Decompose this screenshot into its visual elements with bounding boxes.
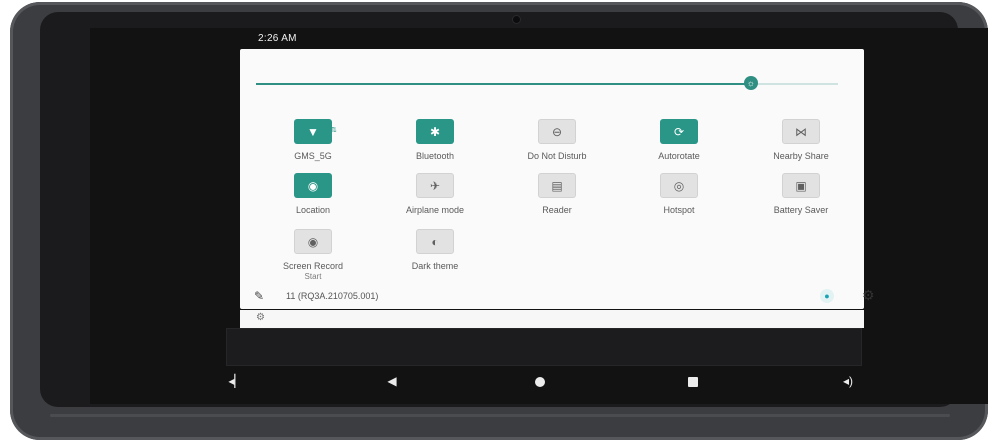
tile-sublabel: Start [304,272,322,281]
tile-airplane[interactable]: ✈ Airplane mode [380,173,490,216]
bluetooth-icon: ✱ [416,119,454,144]
screen: 2:26 AM ☼ ▼ ⇅ GMS_5G ✱ Bluetooth ⊖ Do Not Dist… [90,28,988,404]
brightness-fill [256,83,751,85]
tablet-edge [50,414,950,417]
tablet-frame: 2:26 AM ☼ ▼ ⇅ GMS_5G ✱ Bluetooth ⊖ Do Not Dist… [10,2,988,440]
tile-label: Location [295,205,331,215]
quick-settings-footer: ✎ 11 (RQ3A.210705.001) ● ⚙ [240,285,875,309]
notification-settings-icon[interactable]: ⚙ [256,312,265,323]
tablet-bezel: 2:26 AM ☼ ▼ ⇅ GMS_5G ✱ Bluetooth ⊖ Do Not Dist… [40,12,988,407]
tile-label: Do Not Disturb [527,151,587,161]
tile-autorotate[interactable]: ⟳ Autorotate [624,119,734,162]
user-account-icon[interactable]: ● [820,289,834,303]
status-time: 2:26 AM [258,33,297,44]
tile-label: Hotspot [663,205,695,215]
tile-label: GMS_5G [294,151,332,161]
home-icon[interactable] [535,377,555,387]
background-panel [226,328,862,366]
tile-wifi[interactable]: ▼ ⇅ GMS_5G [258,119,368,162]
build-number: 11 (RQ3A.210705.001) [286,291,379,301]
tile-darktheme[interactable]: ◐ Dark theme [380,229,490,272]
recent-apps-icon[interactable] [688,377,708,387]
tile-label: Battery Saver [773,205,829,215]
reader-icon: ▤ [538,173,576,198]
brightness-slider[interactable]: ☼ [256,76,838,90]
tile-screenrecord[interactable]: ◉ Screen Record Start [258,229,368,282]
tile-battery[interactable]: ▣ Battery Saver [746,173,856,216]
edit-pencil-icon[interactable]: ✎ [254,289,264,303]
settings-gear-icon[interactable]: ⚙ [862,287,875,304]
wifi-activity-icon: ⇅ [331,127,337,134]
hotspot-icon: ◎ [660,173,698,198]
wifi-icon: ▼ [294,119,332,144]
tile-label: Dark theme [411,261,459,271]
tile-location[interactable]: ◉ Location [258,173,368,216]
tile-reader[interactable]: ▤ Reader [502,173,612,216]
battery-saver-icon: ▣ [782,173,820,198]
tile-nearby[interactable]: ⋈ Nearby Share [746,119,856,162]
back-icon[interactable]: ◀ [382,374,402,388]
front-camera [513,16,520,23]
tile-dnd[interactable]: ⊖ Do Not Disturb [502,119,612,162]
quick-settings-panel: ☼ ▼ ⇅ GMS_5G ✱ Bluetooth ⊖ Do Not Disturb ⟳ Auto… [240,49,875,309]
notification-strip: ⚙ [240,310,864,328]
tile-bluetooth[interactable]: ✱ Bluetooth [380,119,490,162]
autorotate-icon: ⟳ [660,119,698,144]
volume-up-icon[interactable]: ◂) [838,374,858,388]
nearby-share-icon: ⋈ [782,119,820,144]
brightness-thumb[interactable]: ☼ [743,76,758,90]
tile-label: Autorotate [658,151,700,161]
tile-label: Bluetooth [415,151,455,161]
volume-down-icon[interactable]: ◂▏ [226,374,246,388]
airplane-icon: ✈ [416,173,454,198]
do-not-disturb-icon: ⊖ [538,119,576,144]
screen-record-icon: ◉ [294,229,332,254]
dark-theme-icon: ◐ [416,229,454,254]
tile-label: Airplane mode [405,205,465,215]
location-icon: ◉ [294,173,332,198]
tile-label: Reader [542,205,572,215]
tile-hotspot[interactable]: ◎ Hotspot [624,173,734,216]
navigation-bar: ◂▏ ◀ ◂) [90,364,988,404]
tile-label: Nearby Share [773,151,829,161]
tile-label: Screen Record [282,261,344,271]
